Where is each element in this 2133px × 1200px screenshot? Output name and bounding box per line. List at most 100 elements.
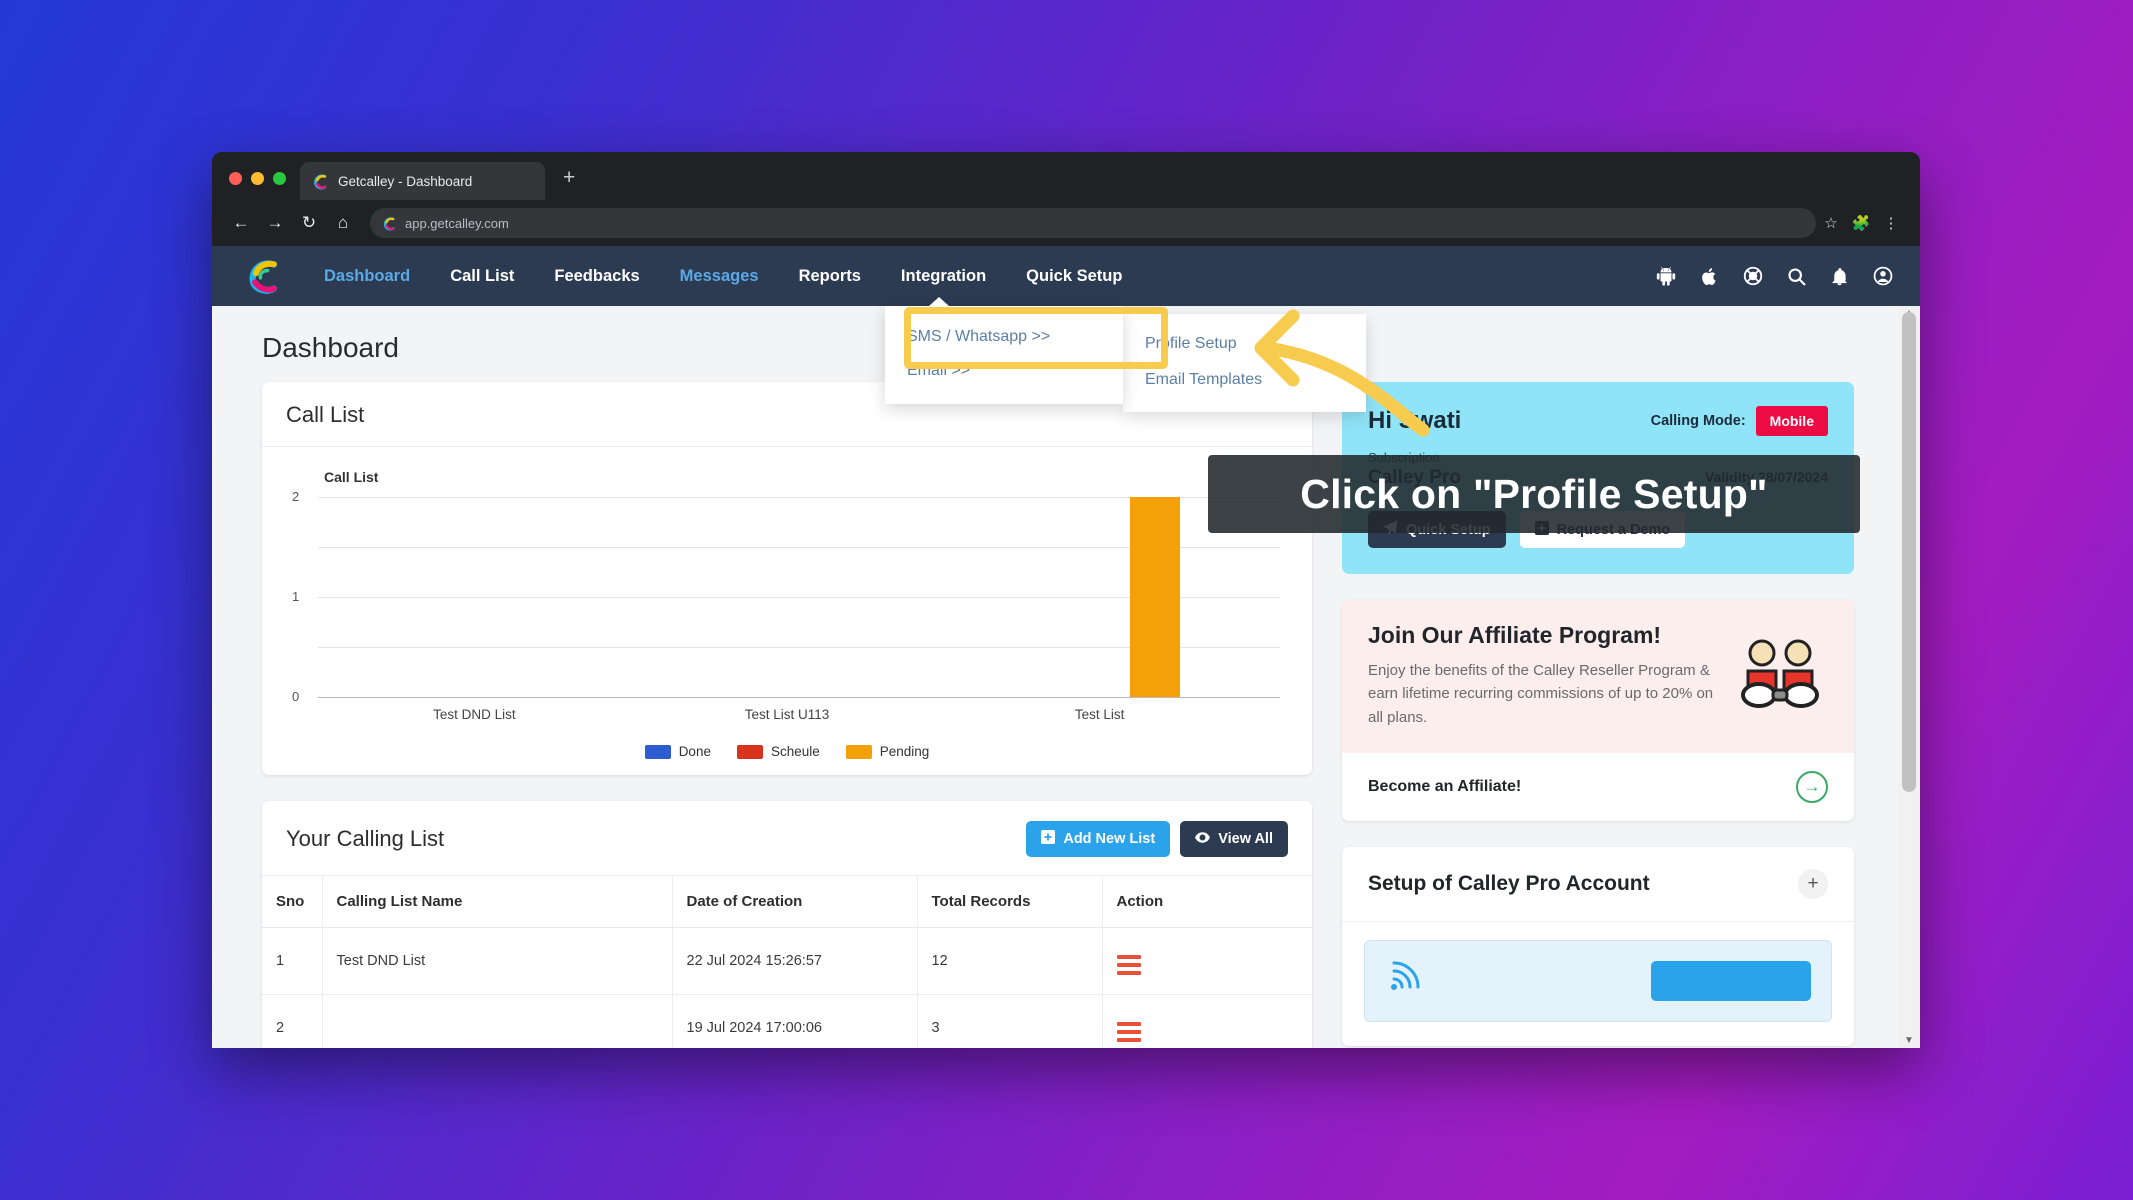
user-account-icon[interactable] [1872,265,1894,287]
nav-item-feedbacks[interactable]: Feedbacks [534,267,659,286]
list-action-icon[interactable] [1116,955,1141,975]
legend-label-scheule: Scheule [770,744,820,759]
cell-name [322,994,673,1048]
table-row[interactable]: 1 Test DND List 22 Jul 2024 15:26:57 12 [262,927,1312,995]
reload-icon[interactable]: ↻ [292,206,326,240]
nav-item-messages[interactable]: Messages [660,267,779,286]
affiliate-text: Enjoy the benefits of the Calley Reselle… [1368,662,1714,726]
instruction-tooltip: Click on "Profile Setup" [1208,455,1860,533]
home-icon[interactable]: ⌂ [326,206,360,240]
kebab-menu-icon[interactable]: ⋮ [1876,214,1906,232]
browser-tabstrip: Getcalley - Dashboard + [212,152,1920,200]
affiliate-card-top: Join Our Affiliate Program! Enjoy the be… [1342,600,1854,753]
bar-pending-test-list [1130,497,1180,697]
col-total-records: Total Records [917,876,1103,928]
chart-plot-area: 2 1 0 [284,489,1290,704]
legend-item-scheule[interactable]: Scheule [736,744,820,759]
submenu-item-email-templates[interactable]: Email Templates [1123,362,1366,398]
nav-item-integration[interactable]: Integration [881,267,1006,286]
nav-item-reports[interactable]: Reports [779,267,881,286]
cell-records: 3 [917,994,1103,1048]
affiliate-card-bottom[interactable]: Become an Affiliate! → [1342,753,1854,821]
chart-x-labels: Test DND List Test List U113 Test List [318,707,1256,722]
calling-list-card-title: Your Calling List [286,826,445,851]
calling-list-table: Sno Calling List Name Date of Creation T… [262,876,1312,1048]
scrollbar-thumb[interactable] [1902,312,1916,792]
calling-list-actions: Add New List View All [1026,821,1288,857]
android-icon[interactable] [1655,265,1677,287]
setup-card-title: Setup of Calley Pro Account [1368,871,1650,895]
chart-legend: Done Scheule Pending [284,744,1290,759]
call-list-card-title: Call List [286,402,365,427]
xlabel-test-list-u113: Test List U113 [744,707,830,722]
x-axis-line [318,697,1280,698]
forward-arrow-icon[interactable]: → [258,206,292,240]
add-new-list-button[interactable]: Add New List [1026,821,1171,857]
scroll-down-arrow-icon[interactable]: ▼ [1898,1035,1920,1046]
two-people-chain-icon [1732,633,1828,718]
dropdown-item-sms-whatsapp[interactable]: SMS / Whatsapp >> [885,320,1123,354]
extensions-puzzle-icon[interactable]: 🧩 [1846,214,1876,232]
view-all-button[interactable]: View All [1180,821,1288,857]
page-scrollbar[interactable]: ▲ ▼ [1898,306,1920,1048]
user-card-top-row: Hi Swati Calling Mode: Mobile [1368,406,1828,436]
support-lifebuoy-icon[interactable] [1742,265,1764,287]
minimize-window-button[interactable] [251,172,264,185]
calling-list-card-header: Your Calling List Add New List View All [262,801,1312,876]
app-navbar: Dashboard Call List Feedbacks Messages R… [212,246,1920,306]
address-bar-url: app.getcalley.com [405,215,509,231]
setup-card-body [1342,922,1854,1046]
calling-mode-badge[interactable]: Mobile [1755,406,1828,436]
setup-card-header: Setup of Calley Pro Account + [1342,847,1854,922]
email-submenu: Profile Setup Email Templates [1123,314,1366,412]
close-window-button[interactable] [229,172,242,185]
cell-name: Test DND List [322,927,673,995]
cell-action[interactable] [1102,927,1312,995]
list-action-icon[interactable] [1116,1022,1141,1042]
call-list-chart: Call List 2 1 0 Test DND List Test List … [262,447,1312,775]
apple-icon[interactable] [1699,266,1720,287]
search-icon[interactable] [1786,266,1807,287]
nav-item-dashboard[interactable]: Dashboard [304,267,430,286]
nav-item-quick-setup[interactable]: Quick Setup [1006,267,1142,286]
maximize-window-button[interactable] [273,172,286,185]
bookmark-star-icon[interactable]: ☆ [1816,214,1846,232]
legend-item-done[interactable]: Done [644,744,711,759]
dropdown-item-email[interactable]: Email >> [885,354,1123,388]
legend-swatch-pending [845,744,872,759]
table-row[interactable]: 2 19 Jul 2024 17:00:06 3 [262,994,1312,1048]
ytick-0: 0 [292,689,300,704]
nav-item-call-list[interactable]: Call List [430,267,534,286]
arrow-right-circle-icon[interactable]: → [1796,770,1828,803]
affiliate-title: Join Our Affiliate Program! [1368,622,1662,648]
become-affiliate-link[interactable]: Become an Affiliate! [1368,778,1521,796]
cell-action[interactable] [1102,994,1312,1048]
browser-window: Getcalley - Dashboard + ← → ↻ ⌂ app.getc… [212,152,1920,1048]
setup-step-button[interactable] [1651,960,1811,1001]
legend-swatch-scheule [736,744,763,759]
submenu-item-profile-setup[interactable]: Profile Setup [1123,326,1366,362]
table-header-row: Sno Calling List Name Date of Creation T… [262,876,1312,928]
cell-sno: 2 [262,994,323,1048]
user-greeting: Hi Swati [1368,407,1462,434]
cell-records: 12 [917,927,1103,995]
legend-item-pending[interactable]: Pending [845,744,929,759]
address-bar[interactable]: app.getcalley.com [370,208,1816,238]
bell-icon[interactable] [1829,266,1850,287]
new-tab-button[interactable]: + [545,167,575,200]
cell-sno: 1 [262,927,323,995]
calley-favicon-icon [312,173,329,190]
calling-mode: Calling Mode: Mobile [1651,406,1828,436]
browser-tab[interactable]: Getcalley - Dashboard [300,162,545,200]
calling-mode-label: Calling Mode: [1650,413,1746,429]
col-action: Action [1102,876,1312,928]
ytick-2: 2 [292,489,300,504]
xlabel-test-dnd-list: Test DND List [433,707,516,722]
window-traffic-lights[interactable] [212,172,300,200]
view-all-label: View All [1218,831,1273,847]
back-arrow-icon[interactable]: ← [224,206,258,240]
plus-icon[interactable]: + [1798,868,1828,899]
calley-logo-icon[interactable] [246,258,282,294]
browser-tab-title: Getcalley - Dashboard [338,173,473,189]
page-viewport: Dashboard Call List Feedbacks Messages R… [212,246,1920,1048]
